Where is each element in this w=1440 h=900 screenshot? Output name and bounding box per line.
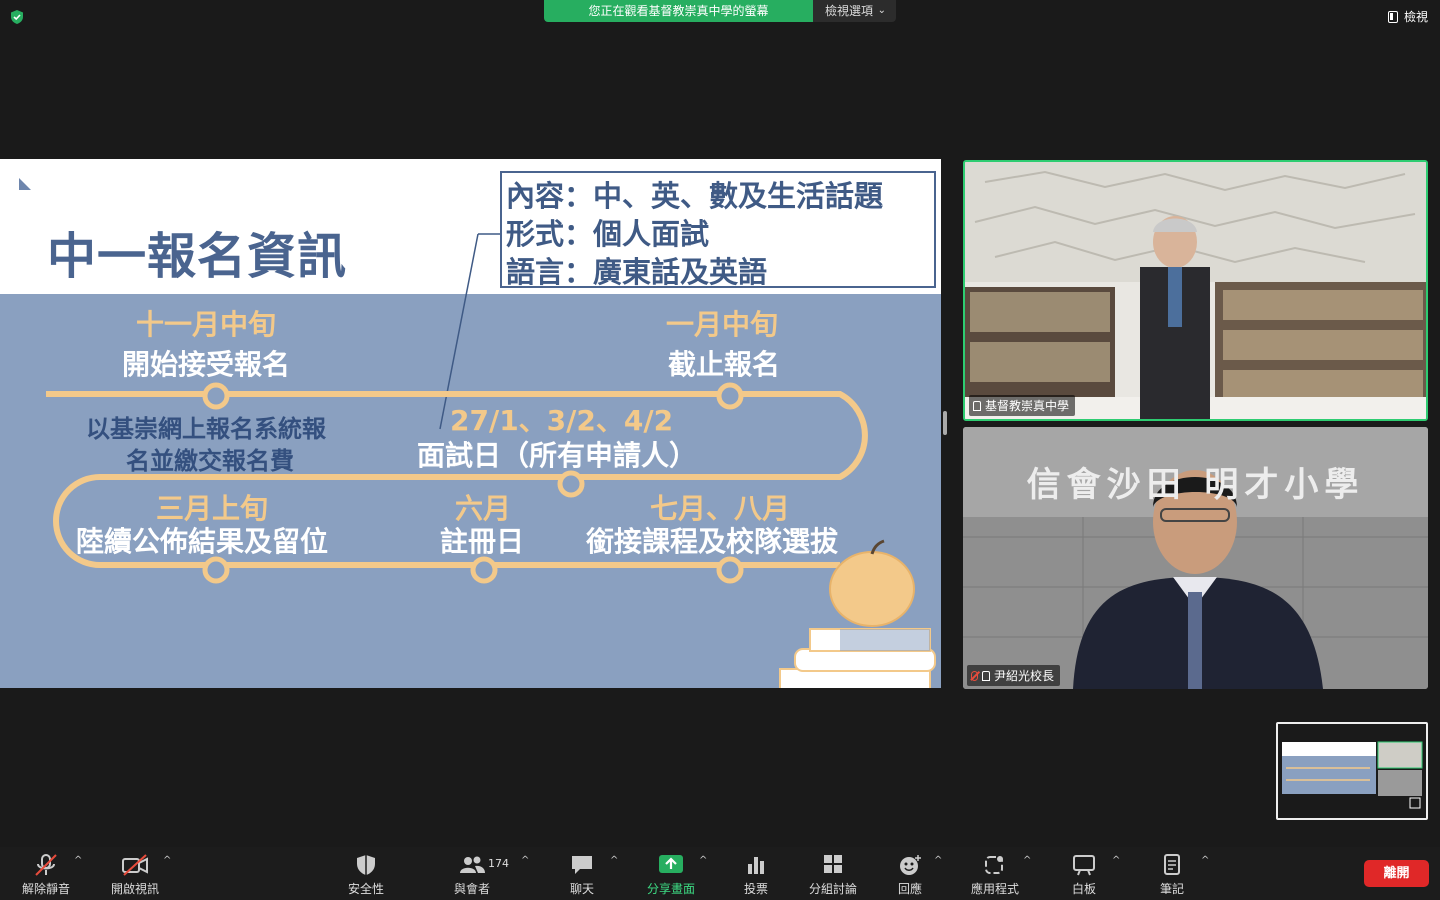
timeline-jan-date: 一月中旬: [666, 308, 779, 341]
video-options-caret[interactable]: ^: [163, 855, 171, 866]
participants-label: 與會者: [453, 882, 490, 896]
breakout-rooms-button[interactable]: 分組討論: [804, 847, 862, 900]
whiteboard-icon: [1073, 855, 1095, 876]
pin-icon: [973, 400, 981, 411]
share-screen-label: 分享畫面: [646, 882, 695, 896]
start-video-button[interactable]: 開啟視訊: [104, 847, 166, 900]
participants-count: 174: [488, 857, 509, 870]
info-line-format: 形式：個人面試: [506, 217, 710, 251]
polls-label: 投票: [743, 882, 768, 896]
security-button[interactable]: 安全性: [340, 847, 392, 900]
library-video-frame: [965, 162, 1426, 419]
share-arrow-icon: [659, 855, 683, 873]
timeline-online-line1: 以基崇網上報名系統報: [86, 415, 326, 443]
security-label: 安全性: [347, 882, 384, 896]
chat-bubble-icon: [572, 856, 592, 874]
apps-button[interactable]: 應用程式: [966, 847, 1024, 900]
pin-icon: [982, 670, 990, 681]
notes-icon: [1164, 854, 1180, 875]
timeline-node: [202, 556, 230, 584]
share-screen-button[interactable]: 分享畫面: [642, 847, 700, 900]
timeline-nov-date: 十一月中旬: [136, 308, 277, 341]
chat-options-caret[interactable]: ^: [610, 855, 618, 866]
whiteboard-label: 白板: [1071, 882, 1096, 896]
shield-icon: [357, 855, 375, 875]
polls-button[interactable]: 投票: [730, 847, 782, 900]
participants-button[interactable]: 與會者: [446, 847, 498, 900]
participant-video-tile[interactable]: 基督教崇真中學: [963, 160, 1428, 421]
timeline-jun-event: 註冊日: [440, 525, 525, 558]
timeline-node: [202, 382, 230, 410]
meeting-toolbar: 解除靜音 ^ 開啟視訊 ^ 安全性 與會者 174 ^ 聊天 ^ 分享畫面 ^ …: [0, 847, 1440, 900]
timeline-interview-dates: 27/1、3/2、4/2: [450, 404, 674, 437]
view-button[interactable]: 檢視: [1387, 8, 1428, 25]
breakout-rooms-label: 分組討論: [808, 882, 857, 896]
chat-label: 聊天: [569, 882, 594, 896]
timeline-jul-event: 銜接課程及校隊選拔: [586, 525, 839, 558]
shared-screen-slide: 中一報名資訊 內容：中、英、數及生活話題 形式：個人面試 語言：廣東話及英語 十…: [0, 159, 941, 688]
zoom-meeting-window: 您正在觀看基督教崇真中學的螢幕 檢視選項 ⌄ 檢視 中一報名資訊 內容：中、英、…: [0, 0, 1440, 900]
grid-icon: [824, 855, 842, 873]
timeline-mar-event: 陸續公佈結果及留位: [76, 525, 329, 558]
view-options-label: 檢視選項: [825, 4, 874, 18]
info-line-language: 語言：廣東話及英語: [506, 255, 768, 289]
timeline-jan-event: 截止報名: [668, 348, 781, 381]
chevron-down-icon: ⌄: [877, 5, 886, 16]
whiteboard-button[interactable]: 白板: [1058, 847, 1110, 900]
interview-info-box: 內容：中、英、數及生活話題 形式：個人面試 語言：廣東話及英語: [500, 171, 936, 289]
shield-check-icon[interactable]: [9, 9, 25, 25]
chat-button[interactable]: 聊天: [556, 847, 608, 900]
mic-muted-icon: [971, 670, 978, 681]
start-video-label: 開啟視訊: [110, 882, 159, 896]
thumbnail-preview: [1278, 724, 1426, 818]
timeline-nov-event: 開始接受報名: [122, 348, 291, 381]
timeline-online-line2: 名並繳交報名費: [126, 447, 294, 475]
timeline-node: [716, 382, 744, 410]
notes-button[interactable]: 筆記: [1146, 847, 1198, 900]
participant-name: 基督教崇真中學: [985, 399, 1070, 413]
participant-video-tile[interactable]: 信會沙田 明才小學 尹紹光校長: [963, 427, 1428, 689]
timeline-node: [557, 470, 585, 498]
reactions-label: 回應: [897, 882, 922, 896]
people-icon: [460, 856, 485, 873]
timeline-interview-event: 面試日（所有申請人）: [417, 439, 698, 472]
view-options-dropdown[interactable]: 檢視選項 ⌄: [813, 0, 896, 22]
info-line-content: 內容：中、英、數及生活話題: [506, 179, 884, 213]
notes-label: 筆記: [1159, 882, 1184, 896]
bar-chart-icon: [748, 857, 764, 874]
unmute-label: 解除靜音: [21, 882, 70, 896]
reactions-options-caret[interactable]: ^: [934, 855, 942, 866]
view-button-label: 檢視: [1403, 10, 1428, 24]
share-options-caret[interactable]: ^: [699, 855, 707, 866]
timeline-node: [716, 556, 744, 584]
whiteboard-options-caret[interactable]: ^: [1112, 855, 1120, 866]
background-sign-text: 信會沙田 明才小學: [1026, 465, 1365, 505]
mic-off-icon: [35, 854, 57, 876]
view-layout-icon: [1387, 10, 1398, 23]
participant-name: 尹紹光校長: [994, 669, 1055, 683]
split-view-resize-handle[interactable]: [943, 411, 947, 435]
screen-share-banner: 您正在觀看基督教崇真中學的螢幕: [544, 0, 813, 22]
apps-label: 應用程式: [970, 882, 1019, 896]
self-view-thumbnail[interactable]: [1276, 722, 1428, 820]
notes-options-caret[interactable]: ^: [1201, 855, 1209, 866]
reactions-button[interactable]: 回應: [884, 847, 936, 900]
participants-options-caret[interactable]: ^: [521, 855, 529, 866]
unmute-button[interactable]: 解除靜音: [16, 847, 76, 900]
leave-meeting-button[interactable]: 離開: [1364, 860, 1429, 887]
apps-options-caret[interactable]: ^: [1023, 855, 1031, 866]
apps-icon: [985, 856, 1003, 874]
participant-name-tag: 基督教崇真中學: [969, 395, 1076, 416]
audio-options-caret[interactable]: ^: [74, 855, 82, 866]
video-off-icon: [122, 854, 148, 876]
participant-name-tag: 尹紹光校長: [967, 665, 1061, 686]
timeline-node: [470, 556, 498, 584]
emoji-icon: [900, 855, 921, 875]
